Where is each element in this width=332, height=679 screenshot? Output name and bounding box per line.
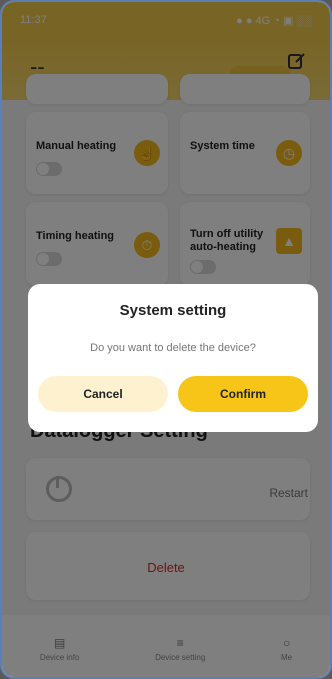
phone-screen: 11:37 ● ● 4G ◔ ▣ ░░ -- Manual heating ☝ … <box>0 0 332 679</box>
dialog-message: Do you want to delete the device? <box>90 342 256 354</box>
confirm-button[interactable]: Confirm <box>178 376 308 412</box>
dialog-title: System setting <box>119 302 227 319</box>
system-setting-dialog: System setting Do you want to delete the… <box>28 284 318 432</box>
cancel-button[interactable]: Cancel <box>38 376 168 412</box>
